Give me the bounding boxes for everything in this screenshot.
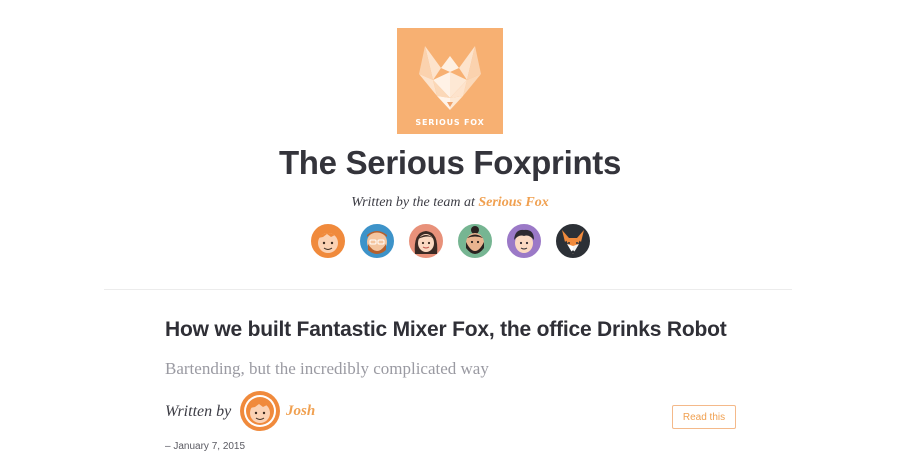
- fox-avatar[interactable]: [552, 221, 593, 261]
- written-by-label: Written by: [165, 403, 232, 420]
- post-subtitle: Bartending, but the incredibly complicat…: [165, 359, 489, 378]
- team-member-3-avatar[interactable]: [405, 221, 446, 261]
- author-name-link[interactable]: Josh: [286, 403, 315, 420]
- company-link[interactable]: Serious Fox: [478, 195, 548, 210]
- team-member-5-avatar[interactable]: [503, 221, 544, 261]
- header-divider: [104, 289, 792, 290]
- author-avatar-icon: [244, 395, 276, 427]
- site-logo[interactable]: SERIOUS FOX: [397, 28, 503, 134]
- author-avatar[interactable]: [240, 391, 280, 431]
- team-member-2-avatar[interactable]: [356, 221, 397, 261]
- read-this-button[interactable]: Read this: [672, 405, 736, 429]
- site-byline: Written by the team at Serious Fox: [0, 195, 900, 211]
- byline-prefix: Written by the team at: [351, 195, 475, 210]
- site-title: The Serious Foxprints: [278, 144, 622, 181]
- post-date: – January 7, 2015: [165, 441, 246, 452]
- team-member-1-avatar[interactable]: [307, 221, 348, 261]
- team-member-4-avatar[interactable]: [454, 221, 495, 261]
- team-avatars: [0, 221, 900, 261]
- logo-text: SERIOUS FOX: [415, 118, 485, 127]
- post-title-link[interactable]: How we built Fantastic Mixer Fox, the of…: [165, 318, 727, 342]
